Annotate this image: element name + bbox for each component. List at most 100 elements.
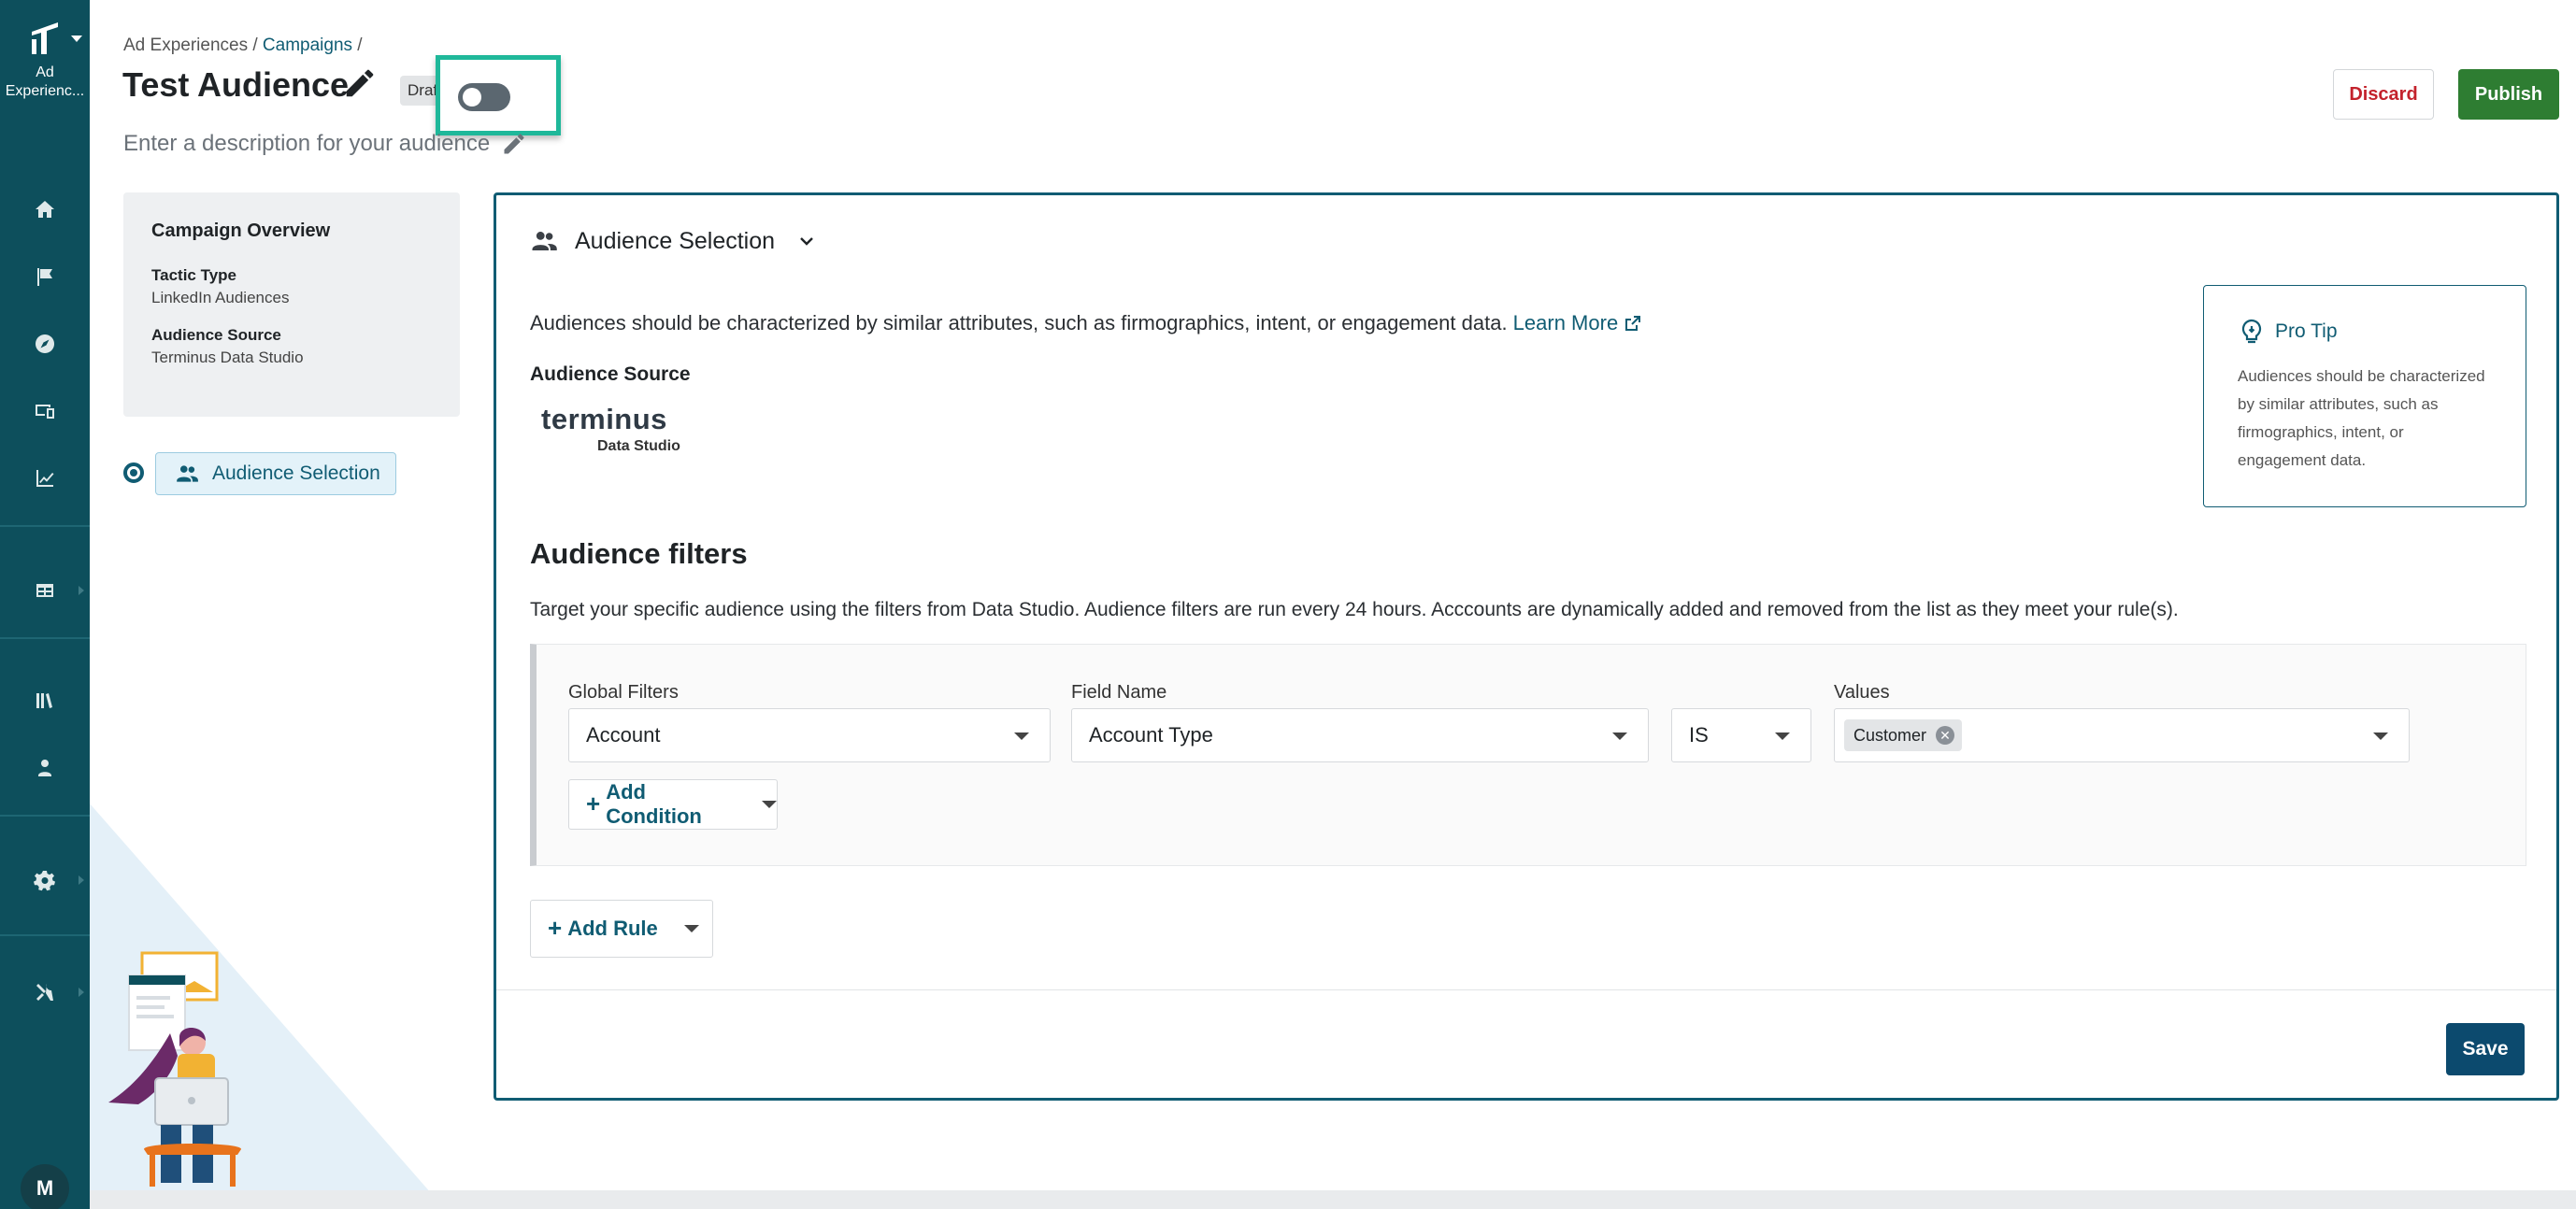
add-condition-label: Add Condition (606, 780, 702, 828)
step-indicator (123, 462, 144, 483)
caret-down-icon (1014, 733, 1029, 740)
remove-chip-icon[interactable]: ✕ (1936, 726, 1955, 745)
chevron-down-icon (71, 36, 82, 42)
intro-text: Audiences should be characterized by sim… (530, 311, 1513, 334)
rail-divider (0, 815, 90, 817)
caret-down-icon (762, 801, 777, 808)
pro-tip-box: Pro Tip Audiences should be characterize… (2203, 285, 2526, 507)
page-footer-strip (90, 1190, 2576, 1209)
filter-rule: Global Filters Account Field Name Accoun… (530, 644, 2526, 866)
pro-tip-body: Audiences should be characterized by sim… (2238, 367, 2485, 469)
audience-intro: Audiences should be characterized by sim… (530, 311, 1642, 335)
breadcrumb-campaigns-link[interactable]: Campaigns (263, 36, 352, 55)
card-divider (496, 989, 2556, 990)
tactic-type-label: Tactic Type (151, 266, 237, 284)
section-header[interactable]: Audience Selection (530, 227, 816, 255)
step-audience-selection[interactable]: Audience Selection (155, 452, 396, 495)
logo-wordmark: terminus (541, 403, 667, 435)
field-name-value: Account Type (1089, 723, 1213, 747)
global-filters-select[interactable]: Account (568, 708, 1051, 762)
page-title: Test Audience (122, 65, 350, 104)
plus-icon: + (548, 913, 563, 942)
step-label: Audience Selection (212, 462, 380, 484)
gear-icon (34, 871, 55, 891)
person-laptop-illustration (108, 951, 241, 1187)
caret-down-icon (683, 925, 699, 932)
overview-heading: Campaign Overview (151, 220, 331, 241)
devices-icon (36, 405, 54, 419)
global-filters-value: Account (586, 723, 661, 747)
nav-accounts[interactable] (0, 740, 90, 796)
audience-source-label: Audience Source (151, 326, 281, 344)
value-chip: Customer ✕ (1844, 719, 1963, 751)
external-link-icon[interactable] (1624, 314, 1642, 333)
audience-filters-description: Target your specific audience using the … (530, 599, 2179, 620)
app-name: Ad Experienc... (5, 64, 85, 99)
plus-icon: + (586, 789, 601, 818)
terminus-data-studio-logo: terminus Data Studio (541, 403, 680, 455)
breadcrumb: Ad Experiences / Campaigns / (123, 36, 363, 56)
values-label: Values (1834, 682, 1890, 703)
pencil-icon[interactable] (342, 65, 378, 101)
publish-button[interactable]: Publish (2458, 69, 2559, 120)
values-multiselect[interactable]: Customer ✕ (1834, 708, 2410, 762)
user-badge-icon (38, 760, 51, 776)
tactic-type-value: LinkedIn Audiences (151, 289, 290, 306)
global-filters-label: Global Filters (568, 682, 679, 703)
discard-button[interactable]: Discard (2333, 69, 2434, 120)
user-avatar[interactable]: M (21, 1164, 69, 1209)
nav-tools[interactable] (0, 964, 90, 1020)
people-icon (177, 465, 198, 482)
rail-divider (0, 525, 90, 527)
compass-icon (36, 334, 55, 353)
operator-select[interactable]: IS (1671, 708, 1811, 762)
audience-source-value: Terminus Data Studio (151, 348, 304, 366)
submenu-arrow-icon (79, 875, 84, 885)
home-icon (36, 201, 54, 218)
caret-down-icon (1612, 733, 1627, 740)
pencil-icon[interactable] (501, 131, 527, 157)
rail-divider (0, 637, 90, 639)
nav-library[interactable] (0, 673, 90, 729)
add-rule-button[interactable]: + Add Rule (530, 900, 713, 958)
nav-tables[interactable] (0, 562, 90, 619)
submenu-arrow-icon (79, 586, 84, 595)
description-field[interactable]: Enter a description for your audience (123, 131, 490, 157)
rail-divider (0, 934, 90, 936)
logo-subtitle: Data Studio (597, 438, 680, 454)
table-icon (36, 584, 53, 597)
campaign-overview-panel: Campaign Overview Tactic Type LinkedIn A… (123, 192, 460, 417)
value-chip-label: Customer (1853, 725, 1927, 745)
field-name-select[interactable]: Account Type (1071, 708, 1649, 762)
nav-devices[interactable] (0, 383, 90, 439)
audience-source-heading: Audience Source (530, 363, 691, 385)
pro-tip-header: Pro Tip (2238, 318, 2492, 346)
app-switcher[interactable]: Ad Experienc... (0, 19, 90, 101)
caret-down-icon (1775, 733, 1790, 740)
people-icon (532, 232, 557, 250)
audience-filters-heading: Audience filters (530, 537, 748, 570)
nav-home[interactable] (0, 181, 90, 237)
breadcrumb-root[interactable]: Ad Experiences (123, 36, 248, 55)
nav-rail: Ad Experienc... M (0, 0, 90, 1209)
tools-icon (36, 984, 53, 1001)
status-toggle[interactable] (458, 83, 510, 111)
nav-settings[interactable] (0, 852, 90, 908)
breadcrumb-separator: / (352, 36, 363, 55)
flag-icon (37, 268, 52, 286)
nav-campaigns[interactable] (0, 249, 90, 305)
chevron-down-icon (800, 237, 813, 246)
breadcrumb-separator: / (248, 36, 263, 55)
save-button[interactable]: Save (2446, 1023, 2525, 1075)
nav-explore[interactable] (0, 316, 90, 372)
chart-line-icon (36, 470, 54, 487)
toggle-knob (463, 88, 481, 107)
section-title: Audience Selection (575, 227, 776, 254)
audience-selection-card: Audience Selection Audiences should be c… (494, 192, 2559, 1101)
add-condition-button[interactable]: + Add Condition (568, 779, 778, 830)
pro-tip-title: Pro Tip (2275, 320, 2338, 342)
learn-more-link[interactable]: Learn More (1513, 311, 1619, 334)
terminus-logo-icon (32, 22, 58, 54)
nav-analytics[interactable] (0, 450, 90, 506)
caret-down-icon (2373, 733, 2388, 740)
